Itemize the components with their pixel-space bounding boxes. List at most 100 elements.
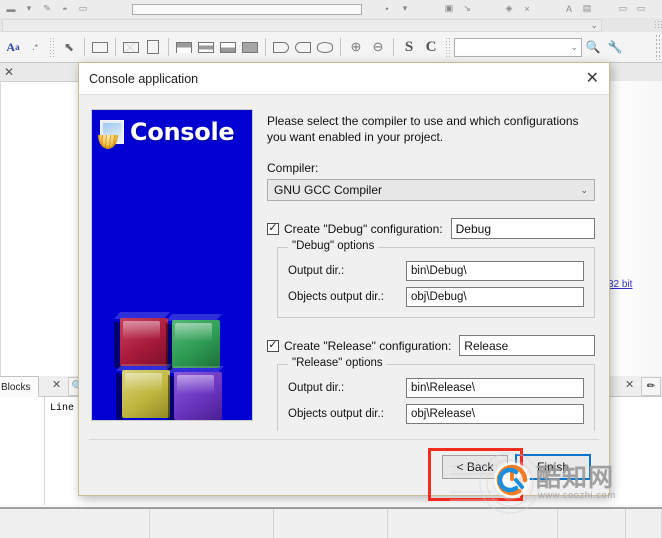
release-output-dir-input[interactable]: bin\Release\ [406,378,584,399]
debug-checkbox[interactable] [267,222,279,235]
toolbar-partial-icon[interactable]: ◈ [500,5,518,14]
debug-checkbox-label: Create "Debug" configuration: [284,221,443,236]
dialog-titlebar: Console application ✕ [79,63,609,95]
toolbar-partial-icon[interactable]: A [560,5,578,14]
chevron-down-icon: ⌄ [580,184,588,195]
cube-top-left [114,312,170,370]
console-application-dialog: Console application ✕ Console Please sel… [78,62,610,496]
toolbar-overflow-grip[interactable] [655,34,660,60]
release-name-input[interactable]: Release [459,335,595,357]
console-shell-icon [98,120,124,149]
toolbar-grip[interactable] [445,37,451,57]
toolbar-separator [340,38,341,56]
toolbar-row-main: Aa . * ⬉ ⊕ ⊖ S C ⌄ 🔍 🔧 [0,32,662,63]
document-icon[interactable] [142,36,164,58]
dialog-footer: < Back Finish [79,431,609,495]
envelope-icon[interactable] [120,36,142,58]
toolbar-partial-icon[interactable]: ▾ [396,5,414,14]
toolbar-partial-icon[interactable]: × [518,5,536,14]
editor-right-margin [604,81,662,376]
banner-cubes [114,312,224,420]
toolbar-partial-icon[interactable]: ▾ [20,5,38,14]
toolbar-partial-icon[interactable]: ✎ [38,5,56,14]
link-32bit[interactable]: 32 bit [608,279,632,290]
toolbar-partial-icon[interactable]: ▭ [74,5,92,14]
release-objects-dir-row: Objects output dir.: obj\Release\ [288,404,584,425]
release-objects-dir-input[interactable]: obj\Release\ [406,404,584,425]
footer-divider [89,439,599,440]
toolbar-separator [115,38,116,56]
dialog-form: Please select the compiler to use and wh… [267,113,595,436]
text-style-icon[interactable]: Aa [2,36,24,58]
bottom-panel-edit-icon[interactable]: ✏ [641,377,661,396]
zoom-out-icon[interactable]: ⊖ [367,36,389,58]
letter-s-icon[interactable]: S [398,36,420,58]
toolbar-partial-icon[interactable]: ▭ [632,5,650,14]
toolbar-search-input[interactable]: ⌄ [454,37,582,57]
status-cell [558,509,626,538]
bottom-panel-tab-label: Blocks [1,381,31,393]
toolbar-separator [168,38,169,56]
finish-button[interactable]: Finish [515,454,591,480]
debug-output-dir-input[interactable]: bin\Debug\ [406,261,584,282]
toolbar-partial-icon[interactable]: ▬ [2,5,20,14]
toolbar-partial-icon[interactable]: ▤ [578,5,596,14]
release-output-dir-label: Output dir.: [288,382,345,395]
toolbar-partial-icon[interactable]: ▭ [614,5,632,14]
close-icon[interactable]: ✕ [586,70,599,87]
status-bar [0,507,662,538]
frame-band-icon[interactable] [195,36,217,58]
hexagon-icon[interactable] [314,36,336,58]
letter-c-icon[interactable]: C [420,36,442,58]
bottom-panel-right-close-icon[interactable]: ✕ [625,378,634,391]
back-button[interactable]: < Back [442,455,508,479]
toolbar-grip[interactable] [654,20,662,30]
frame-bottom-icon[interactable] [217,36,239,58]
debug-options-group: "Debug" options Output dir.: bin\Debug\ … [277,240,595,319]
status-cell [388,509,558,538]
dialog-title: Console application [89,71,199,86]
release-config-row: Create "Release" configuration: Release [267,335,595,357]
toolbar-partial-icon[interactable]: ▣ [440,5,458,14]
find-icon[interactable]: 🔍 [582,36,604,58]
release-objects-dir-label: Objects output dir.: [288,408,384,421]
toolbar-grip[interactable] [49,37,55,57]
wildcard-icon[interactable]: . * [24,36,46,58]
cube-bottom-left [116,364,172,420]
toolbar-partial-icon[interactable]: ◓ [56,5,74,14]
zoom-in-icon[interactable]: ⊕ [345,36,367,58]
editor-tab-close-icon[interactable]: ✕ [4,65,14,79]
debug-group-title: "Debug" options [288,240,379,253]
rectangle-icon[interactable] [89,36,111,58]
toolbar-target-combo[interactable]: ⌄ [2,18,602,32]
frame-filled-icon[interactable] [239,36,261,58]
toolbar-partial-icon[interactable]: • [378,5,396,14]
compiler-label: Compiler: [267,161,319,176]
frame-top-icon[interactable] [173,36,195,58]
tag-right-icon[interactable] [270,36,292,58]
tools-icon[interactable]: 🔧 [604,36,626,58]
cube-bottom-right [168,366,224,420]
release-checkbox[interactable] [267,339,279,352]
compiler-select[interactable]: GNU GCC Compiler ⌄ [267,179,595,202]
release-group-title: "Release" options [288,357,387,370]
status-cell [274,509,388,538]
banner-label: Console [130,118,235,146]
toolbar-separator [393,38,394,56]
compiler-select-value: GNU GCC Compiler [274,183,383,198]
pointer-icon[interactable]: ⬉ [58,36,80,58]
bottom-panel-close-icon[interactable]: ✕ [52,378,61,391]
toolbar-row-upper: ▬ ▾ ✎ ◓ ▭ • ▾ ▣ ↘ ◈ × A ▤ ▭ ▭ [0,0,662,19]
bottom-panel-gutter-divider [44,397,45,505]
toolbar-upper-combo[interactable] [132,3,362,15]
tag-left-icon[interactable] [292,36,314,58]
debug-objects-dir-input[interactable]: obj\Debug\ [406,287,584,308]
intro-text: Please select the compiler to use and wh… [267,114,579,145]
toolbar-separator [84,38,85,56]
release-checkbox-label: Create "Release" configuration: [284,338,452,353]
bottom-panel-line-label: Line [50,403,75,414]
debug-output-dir-row: Output dir.: bin\Debug\ [288,261,584,282]
toolbar-partial-icon[interactable]: ↘ [458,5,476,14]
debug-name-input[interactable]: Debug [450,218,595,240]
bottom-panel-tab[interactable]: Blocks [0,376,40,397]
